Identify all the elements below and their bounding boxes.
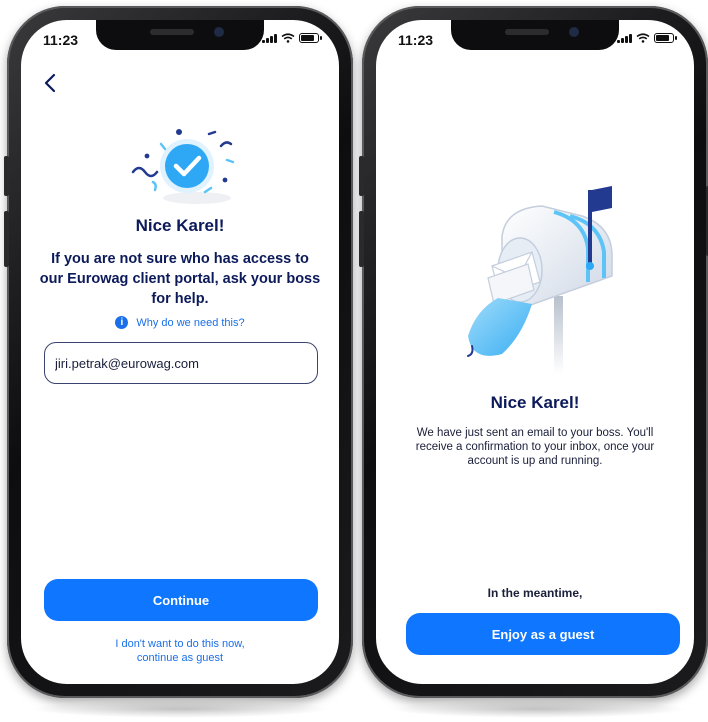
checkmark-confetti-icon bbox=[131, 129, 235, 204]
skip-link[interactable]: I don't want to do this now, continue as… bbox=[21, 637, 339, 665]
notch bbox=[451, 20, 619, 50]
skip-link-line1: I don't want to do this now, bbox=[115, 638, 245, 650]
help-message: If you are not sure who has access to ou… bbox=[39, 251, 321, 307]
page-title: Nice Karel! bbox=[490, 393, 580, 412]
signal-icon bbox=[617, 33, 632, 43]
phone-frame-right: 11:23 Nice Karel! We have just sent an e… bbox=[359, 6, 708, 698]
continue-button[interactable]: Continue bbox=[44, 579, 318, 621]
wifi-icon bbox=[636, 33, 650, 43]
screen-left: 11:23 Nice Karel! If you are not sure wh… bbox=[21, 20, 339, 684]
screen-right: 11:23 Nice Karel! We have just sent an e… bbox=[376, 20, 694, 684]
signal-icon bbox=[262, 33, 277, 43]
status-icons bbox=[617, 33, 677, 43]
status-time: 11:23 bbox=[43, 32, 79, 48]
wifi-icon bbox=[281, 33, 295, 43]
page-title: Nice Karel! bbox=[135, 216, 225, 235]
chevron-left-icon[interactable] bbox=[41, 72, 61, 94]
info-icon: i bbox=[115, 316, 129, 329]
status-icons bbox=[262, 33, 322, 43]
notch bbox=[96, 20, 264, 50]
status-time: 11:23 bbox=[398, 32, 434, 48]
mailbox-icon bbox=[467, 186, 613, 374]
skip-link-line2: continue as guest bbox=[136, 652, 224, 664]
battery-icon bbox=[299, 33, 322, 43]
meantime-label: In the meantime, bbox=[487, 586, 583, 600]
email-field[interactable] bbox=[44, 342, 318, 384]
enjoy-as-guest-button[interactable]: Enjoy as a guest bbox=[406, 613, 680, 655]
why-info-link[interactable]: i Why do we need this? bbox=[21, 316, 339, 329]
phone-frame-left: 11:23 Nice Karel! If you are not sure wh… bbox=[4, 6, 353, 698]
battery-icon bbox=[654, 33, 677, 43]
confirmation-message: We have just sent an email to your boss.… bbox=[415, 427, 655, 467]
why-link-label: Why do we need this? bbox=[136, 316, 245, 329]
